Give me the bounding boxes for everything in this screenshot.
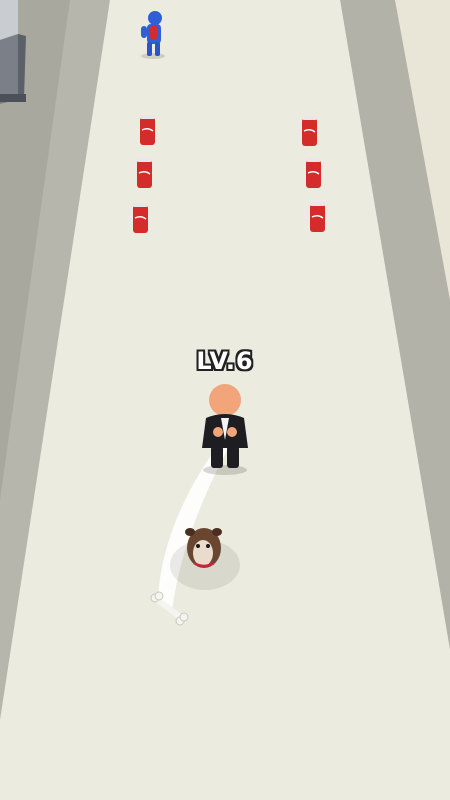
can-right-1[interactable] bbox=[302, 116, 317, 146]
can-left-1[interactable] bbox=[140, 115, 155, 145]
can-right-3[interactable] bbox=[310, 202, 325, 232]
can-left-3[interactable] bbox=[133, 203, 148, 233]
player-level-label: LV.6 bbox=[196, 347, 254, 375]
can-right-2[interactable] bbox=[306, 158, 321, 188]
can-left-2[interactable] bbox=[137, 158, 152, 188]
game-scene[interactable] bbox=[0, 0, 450, 800]
